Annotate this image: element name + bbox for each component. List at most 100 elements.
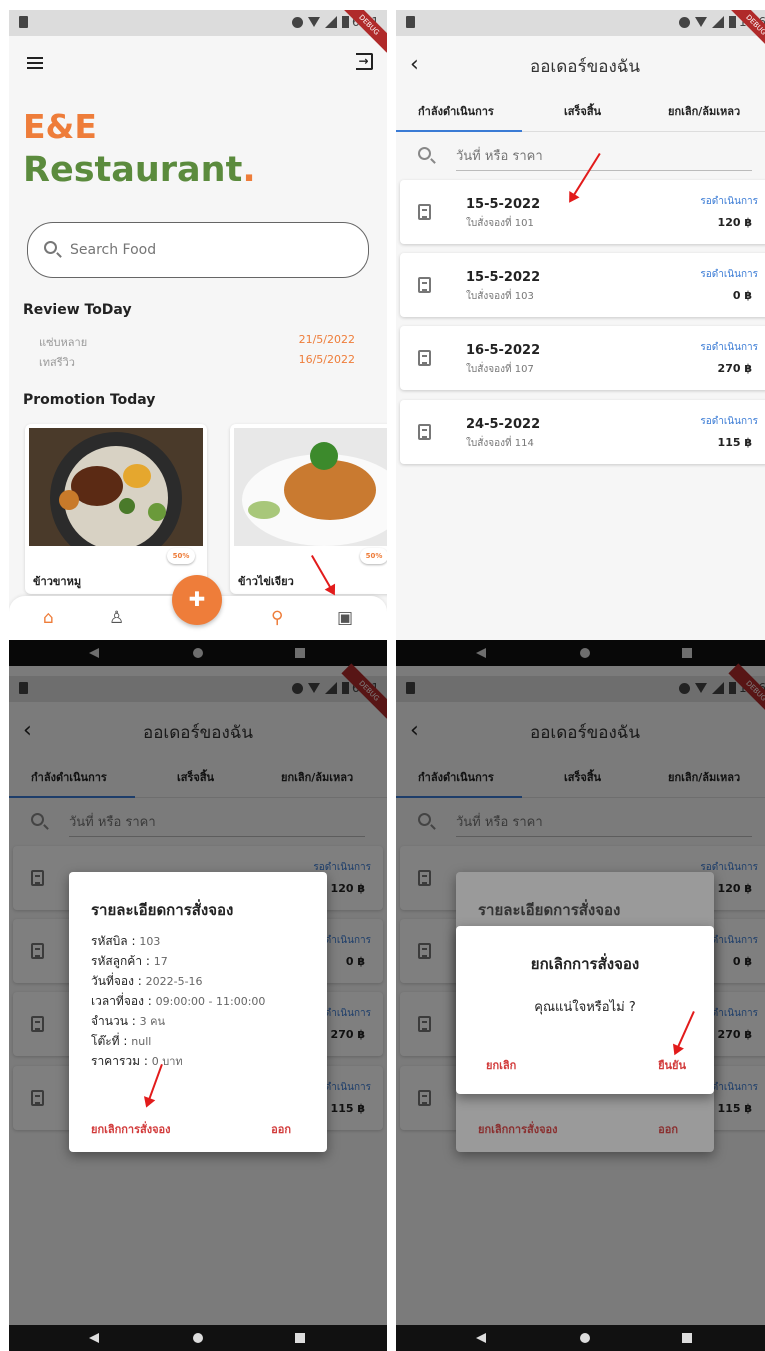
status-bar: 6:01 DEBUG: [9, 10, 387, 53]
search-icon: [418, 147, 431, 160]
order-card[interactable]: 15-5-2022 ใบสั่งจองที่ 101 รอดำเนินการ 120 …: [400, 180, 765, 244]
food-search-box[interactable]: [27, 222, 369, 278]
status-bar: 1:16 DEBUG: [396, 10, 765, 53]
orders-clipboard-icon[interactable]: ▣: [337, 608, 353, 628]
detail-label: เวลาที่จอง :: [91, 994, 156, 1008]
dialog-title: รายละเอียดการสั่งจอง: [478, 901, 621, 919]
wifi-icon: [695, 17, 707, 27]
order-detail-dialog: รายละเอียดการสั่งจอง รหัสบิล : 103 รหัสล…: [69, 872, 327, 1152]
receipt-icon: [418, 277, 431, 293]
detail-value: 09:00:00 - 11:00:00: [155, 995, 266, 1008]
cancel-confirm-screen: 1:16 DEBUG ‹ ออเดอร์ของฉัน กำลังดำเนินกา…: [396, 640, 765, 1351]
review-row[interactable]: แซ่บหลาย 21/5/2022: [39, 333, 355, 351]
detail-label: จำนวน :: [91, 1014, 140, 1028]
food-search-input[interactable]: [70, 238, 350, 262]
order-number: ใบสั่งจองที่ 103: [466, 291, 534, 302]
nav-home-icon[interactable]: [580, 1333, 590, 1343]
order-tabs: กำลังดำเนินการ เสร็จสิ้น ยกเลิก/ล้มเหลว: [396, 90, 765, 132]
exit-button: ออก: [658, 1123, 678, 1136]
dialog-title: รายละเอียดการสั่งจอง: [91, 901, 234, 919]
order-price: 115 ฿: [717, 436, 752, 449]
detail-line: โต๊ะที่ : null: [91, 1032, 151, 1051]
detail-label: รหัสลูกค้า :: [91, 954, 154, 968]
sdcard-icon: [19, 16, 28, 28]
order-price: 0 ฿: [732, 289, 752, 302]
dnd-icon: [292, 16, 303, 28]
review-row[interactable]: เทสรีวิว 16/5/2022: [39, 353, 355, 371]
cancel-button[interactable]: ยกเลิก: [486, 1056, 516, 1074]
detail-line: ราคารวม : 0 บาท: [91, 1052, 183, 1071]
reserve-fab-button[interactable]: ✚: [172, 575, 222, 625]
order-status: รอดำเนินการ: [700, 196, 758, 207]
nav-recents-icon[interactable]: [295, 1333, 305, 1343]
promotion-card[interactable]: 50% ข้าวไข่เจียว: [230, 424, 387, 594]
search-nav-icon[interactable]: ⚲: [271, 608, 283, 628]
detail-value: 103: [139, 935, 161, 948]
search-icon: [44, 241, 57, 254]
brand-subtitle: Restaurant.: [23, 150, 256, 190]
profile-icon[interactable]: ♙: [109, 608, 124, 628]
brand-dot: .: [242, 150, 256, 190]
tab-completed[interactable]: เสร็จสิ้น: [564, 102, 601, 120]
order-price: 120 ฿: [717, 216, 752, 229]
discount-badge: 50%: [167, 548, 195, 564]
order-status: รอดำเนินการ: [700, 269, 758, 280]
detail-value: 17: [153, 955, 168, 968]
review-name: แซ่บหลาย: [39, 336, 88, 349]
detail-line: รหัสลูกค้า : 17: [91, 952, 168, 971]
confirm-title: ยกเลิกการสั่งจอง: [530, 955, 640, 973]
confirm-message: คุณแน่ใจหรือไม่ ?: [534, 1000, 636, 1015]
review-name: เทสรีวิว: [39, 356, 75, 369]
receipt-icon: [418, 350, 431, 366]
order-number: ใบสั่งจองที่ 107: [466, 364, 534, 375]
tab-in-progress[interactable]: กำลังดำเนินการ: [418, 102, 494, 120]
nav-back-icon[interactable]: [476, 1333, 486, 1343]
order-date: 24-5-2022: [466, 417, 541, 432]
brand-name: Restaurant: [23, 150, 243, 190]
dnd-icon: [679, 16, 690, 28]
orders-screen: 1:16 DEBUG ‹ ออเดอร์ของฉัน กำลังดำเนินกา…: [396, 10, 765, 640]
detail-line: วันที่จอง : 2022-5-16: [91, 972, 203, 991]
order-number: ใบสั่งจองที่ 114: [466, 438, 534, 449]
order-status: รอดำเนินการ: [700, 416, 758, 427]
detail-label: ราคารวม :: [91, 1054, 152, 1068]
battery-icon: [342, 16, 349, 28]
food-image-pork-leg: [29, 428, 203, 564]
exit-button[interactable]: ออก: [271, 1120, 291, 1138]
receipt-icon: [418, 424, 431, 440]
order-card[interactable]: 24-5-2022 ใบสั่งจองที่ 114 รอดำเนินการ 115 …: [400, 400, 765, 464]
nav-home-icon[interactable]: [193, 1333, 203, 1343]
nav-back-icon[interactable]: [89, 1333, 99, 1343]
signal-icon: [712, 16, 724, 28]
promotion-name: ข้าวขาหมู: [33, 575, 82, 588]
detail-line: รหัสบิล : 103: [91, 932, 160, 951]
promotion-card[interactable]: 50% ข้าวขาหมู: [25, 424, 207, 594]
logout-icon[interactable]: →: [356, 53, 373, 70]
home-icon[interactable]: ⌂: [43, 608, 54, 628]
order-card[interactable]: 16-5-2022 ใบสั่งจองที่ 107 รอดำเนินการ 270 …: [400, 326, 765, 390]
screenshot-collage: 6:01 DEBUG → E&E Restaurant. Review ToDa…: [0, 0, 765, 1351]
detail-line: เวลาที่จอง : 09:00:00 - 11:00:00: [91, 992, 265, 1011]
menu-icon[interactable]: [27, 57, 43, 69]
confirm-button[interactable]: ยืนยัน: [658, 1056, 686, 1074]
order-price: 270 ฿: [717, 362, 752, 375]
sdcard-icon: [406, 16, 415, 28]
cancel-booking-button[interactable]: ยกเลิกการสั่งจอง: [91, 1120, 171, 1138]
signal-icon: [325, 16, 337, 28]
nav-recents-icon[interactable]: [682, 1333, 692, 1343]
detail-line: จำนวน : 3 คน: [91, 1012, 165, 1031]
battery-icon: [729, 16, 736, 28]
page-title: ออเดอร์ของฉัน: [530, 57, 640, 77]
discount-badge: 50%: [360, 548, 387, 564]
review-title: Review ToDay: [23, 302, 132, 318]
order-search-input[interactable]: [456, 143, 752, 171]
wifi-icon: [308, 17, 320, 27]
order-card[interactable]: 15-5-2022 ใบสั่งจองที่ 103 รอดำเนินการ 0 ฿: [400, 253, 765, 317]
tab-cancelled[interactable]: ยกเลิก/ล้มเหลว: [668, 102, 740, 120]
brand-title: E&E: [23, 107, 97, 146]
active-tab-indicator: [396, 130, 522, 132]
home-screen: 6:01 DEBUG → E&E Restaurant. Review ToDa…: [9, 10, 387, 640]
cancel-confirm-dialog: ยกเลิกการสั่งจอง คุณแน่ใจหรือไม่ ? ยกเลิ…: [456, 926, 714, 1094]
receipt-icon: [418, 204, 431, 220]
review-date: 21/5/2022: [298, 333, 355, 346]
